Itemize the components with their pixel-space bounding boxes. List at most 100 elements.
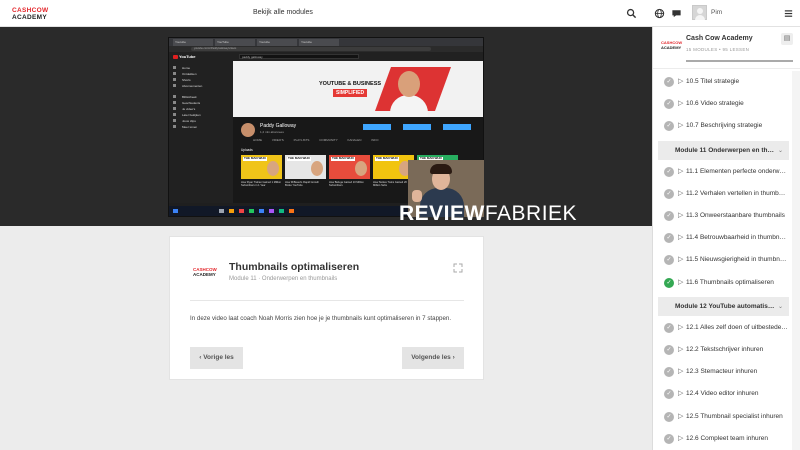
play-icon: ▷: [678, 390, 684, 398]
chevron-down-icon: ⌄: [777, 303, 783, 310]
lesson-title: 11.4 Betrouwbaarheid in thumbnails: [686, 234, 788, 242]
chevron-left-icon: ‹: [199, 354, 202, 361]
search-icon[interactable]: [626, 8, 637, 19]
video-player[interactable]: Youtube YouTube Youtube Youtube youtube.…: [0, 27, 652, 226]
lesson-item[interactable]: ✓ ▷ 11.5 Nieuwsgierigheid in thumbnails: [658, 250, 789, 270]
lesson-item[interactable]: ✓ ▷ 12.2 Tekstschrijver inhuren: [658, 340, 789, 360]
watermark-light: FABRIEK: [484, 202, 578, 225]
play-icon: ▷: [678, 256, 684, 264]
top-bar: CASHCOW ACADEMY Bekijk alle modules Pim: [0, 0, 800, 27]
lesson-title: 12.1 Alles zelf doen of uitbesteden?: [686, 323, 788, 331]
next-lesson-button[interactable]: Volgende les ›: [402, 347, 464, 369]
lesson-item[interactable]: ✓ ▷ 11.3 Onweerstaanbare thumbnails: [658, 206, 789, 226]
previous-lesson-button[interactable]: ‹ Vorige les: [190, 347, 243, 369]
lesson-title: 11.3 Onweerstaanbare thumbnails: [686, 212, 785, 219]
chevron-down-icon: ⌄: [777, 147, 783, 154]
check-icon: ✓: [664, 433, 674, 444]
check-icon: ✓: [664, 277, 674, 288]
check-icon: ✓: [664, 322, 674, 333]
lesson-item[interactable]: ✓ ▷ 12.1 Alles zelf doen of uitbesteden?: [658, 318, 789, 338]
globe-icon[interactable]: [654, 8, 665, 19]
chat-icon[interactable]: [671, 8, 682, 19]
lesson-item[interactable]: ✓ ▷ 11.4 Betrouwbaarheid in thumbnails: [658, 228, 789, 248]
channel-tabs: HOME VIDEO'S PLAYLISTS COMMUNITY KANALEN…: [253, 138, 379, 142]
sidebar-scrollbar[interactable]: [792, 71, 800, 450]
lesson-title: 11.2 Verhalen vertellen in thumbnails: [686, 189, 788, 197]
yt-search: paddy galloway: [239, 54, 359, 59]
check-icon: ✓: [664, 233, 674, 244]
lesson-item[interactable]: ✓ ▷ 11.2 Verhalen vertellen in thumbnails: [658, 184, 789, 204]
avatar[interactable]: [692, 5, 707, 20]
lesson-item[interactable]: ✓ ▷ 11.6 Thumbnails optimaliseren: [658, 273, 789, 293]
lesson-title: 11.5 Nieuwsgierigheid in thumbnails: [686, 256, 788, 264]
divider: [190, 300, 464, 301]
lesson-item[interactable]: ✓ ▷ 10.5 Titel strategie: [658, 72, 789, 92]
course-title: Cash Cow Academy: [686, 35, 753, 42]
play-icon: ▷: [678, 323, 684, 331]
yt-side-item: Shorts: [182, 78, 191, 82]
sidebar-toggle-icon[interactable]: ▤: [781, 33, 793, 45]
yt-side-item: Je video's: [182, 107, 196, 111]
thumb-text: THE MAN WHO: [375, 156, 399, 161]
video-caption: How Beluga Gained 10 Million Subscribers: [329, 181, 364, 188]
module-header[interactable]: Module 12 YouTube automatisatie ⌄: [658, 296, 789, 316]
play-icon: ▷: [678, 412, 684, 420]
lesson-title: 10.7 Beschrijving strategie: [686, 122, 763, 130]
hamburger-menu-icon[interactable]: [783, 8, 794, 19]
yt-side-item: Geschiedenis: [182, 101, 201, 105]
module-title: Module 12 YouTube automatisatie: [675, 302, 775, 310]
grid-label: Uploads: [241, 148, 253, 152]
lesson-card: CASHCOW ACADEMY Thumbnails optimaliseren…: [169, 236, 484, 380]
lesson-title: 10.5 Titel strategie: [686, 78, 740, 85]
chevron-right-icon: ›: [452, 354, 455, 361]
lesson-logo-line2: ACADEMY: [193, 272, 216, 277]
banner-line1: YOUTUBE & BUSINESS: [319, 81, 382, 87]
thumb-text: THE MAN WHO: [287, 156, 311, 161]
lesson-subtitle: Module 11 · Onderwerpen en thumbnails: [229, 276, 338, 282]
check-icon: ✓: [664, 99, 674, 110]
check-icon: ✓: [664, 166, 674, 177]
yt-channel-banner: YOUTUBE & BUSINESS SIMPLIFIED: [233, 61, 483, 117]
lesson-title: 11.1 Elementen perfecte onderwerpen: [686, 167, 788, 175]
lesson-item[interactable]: ✓ ▷ 11.1 Elementen perfecte onderwerpen: [658, 162, 789, 182]
watermark-bold: REVIEW: [399, 202, 485, 225]
cashcow-academy-logo[interactable]: CASHCOW ACADEMY: [12, 7, 60, 21]
lesson-item[interactable]: ✓ ▷ 12.3 Stemacteur inhuren: [658, 362, 789, 382]
logo-line2: ACADEMY: [12, 14, 47, 21]
module-header[interactable]: Module 11 Onderwerpen en thumbnails⌄: [658, 140, 789, 160]
lesson-title: 10.6 Video strategie: [686, 100, 744, 108]
check-icon: ✓: [664, 211, 674, 221]
sidebar-logo-line2: ACADEMY: [661, 44, 682, 50]
yt-side-item: Bibliotheek: [182, 95, 197, 99]
lesson-description: In deze video laat coach Noah Morris zie…: [190, 315, 452, 322]
lesson-title: 12.2 Tekstschrijver inhuren: [686, 346, 764, 353]
check-icon: ✓: [664, 367, 674, 378]
yt-channel-header: Paddy Galloway 1,2 mln abonnees HOME VID…: [233, 117, 483, 145]
play-icon: ▷: [678, 122, 684, 130]
thumb-text: THE MAN WHO: [243, 156, 267, 161]
course-meta: 15 MODULES • 95 LESSEN: [686, 47, 750, 52]
course-header: CASHCOW ACADEMY Cash Cow Academy 15 MODU…: [653, 27, 800, 69]
lesson-title: 12.4 Video editor inhuren: [686, 390, 759, 398]
thumb-text: THE MAN WHO: [331, 156, 355, 161]
video-caption: How MrBeast's Rapid Growth Broke YouTube: [285, 181, 319, 188]
course-progress-fill: [686, 60, 793, 62]
all-modules-link[interactable]: Bekijk alle modules: [253, 9, 313, 16]
check-icon: ✓: [664, 345, 674, 355]
play-icon: ▷: [678, 346, 684, 353]
lesson-item[interactable]: ✓ ▷ 12.4 Video editor inhuren: [658, 384, 789, 404]
username[interactable]: Pim: [711, 9, 722, 16]
expand-icon[interactable]: [452, 262, 464, 274]
check-icon: ✓: [664, 255, 674, 266]
lesson-item[interactable]: ✓ ▷ 10.6 Video strategie: [658, 94, 789, 114]
course-progress-bar: [686, 60, 793, 62]
check-icon: ✓: [664, 188, 674, 199]
play-icon: ▷: [678, 368, 684, 376]
course-sidebar: CASHCOW ACADEMY Cash Cow Academy 15 MODU…: [652, 27, 800, 450]
lesson-item[interactable]: ✓ ▷ 12.6 Compleet team inhuren: [658, 429, 789, 449]
lesson-item[interactable]: ✓ ▷ 10.7 Beschrijving strategie: [658, 116, 789, 136]
video-caption: How Ryan Trahan Gained 1 Million Subscri…: [241, 181, 282, 188]
yt-side-item: Ontdekken: [182, 72, 197, 76]
yt-side-item: Later bekijken: [182, 113, 201, 117]
lesson-item[interactable]: ✓ ▷ 12.5 Thumbnail specialist inhuren: [658, 407, 789, 427]
